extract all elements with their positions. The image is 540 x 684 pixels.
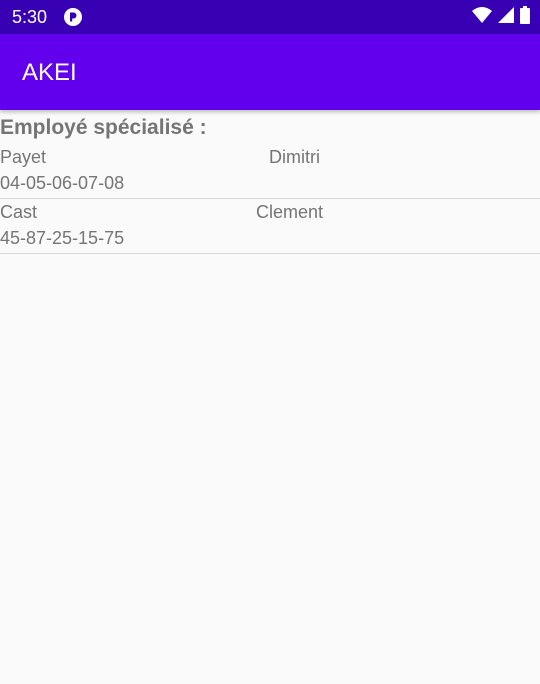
employee-lastname: Cast — [0, 202, 38, 222]
employee-row[interactable]: Cast Clement 45-87-25-15-75 — [0, 199, 540, 254]
section-heading: Employé spécialisé : — [0, 116, 207, 139]
employee-phone: 04-05-06-07-08 — [0, 173, 125, 193]
app-title: AKEI — [22, 59, 77, 86]
employee-lastname: Payet — [0, 147, 47, 167]
app-notification-icon — [64, 8, 82, 26]
status-icons — [472, 5, 530, 29]
status-bar: 5:30 — [0, 0, 540, 34]
employee-phone: 45-87-25-15-75 — [0, 228, 125, 248]
status-time: 5:30 — [12, 7, 48, 27]
cell-signal-icon — [498, 6, 514, 28]
wifi-icon — [472, 6, 492, 28]
employee-row[interactable]: Payet Dimitri 04-05-06-07-08 — [0, 144, 540, 199]
app-bar: AKEI — [0, 34, 540, 110]
employee-firstname: Clement — [256, 202, 324, 222]
battery-icon — [520, 5, 530, 29]
employee-firstname: Dimitri — [269, 147, 320, 167]
